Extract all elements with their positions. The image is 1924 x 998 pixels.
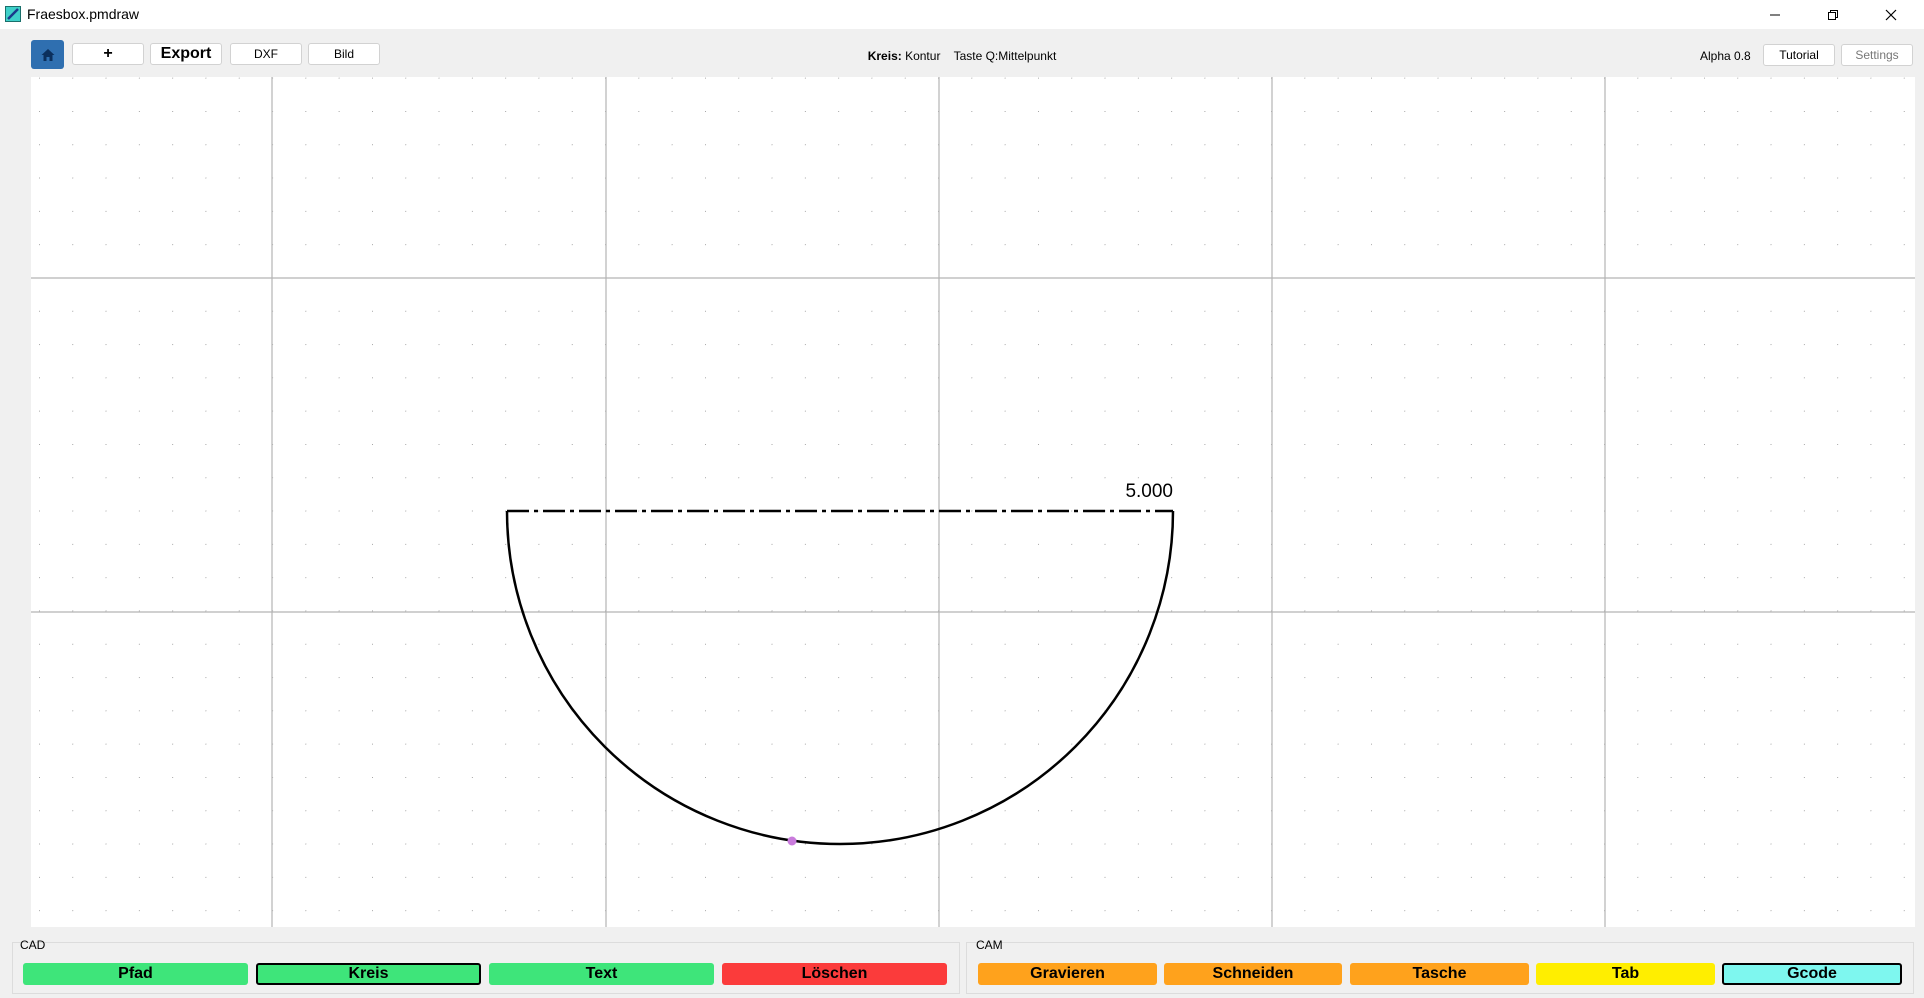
kreis-button[interactable]: Kreis xyxy=(256,963,481,985)
toolbar: + Export DXF Bild Kreis: Kontur Taste Q:… xyxy=(0,29,1924,77)
export-button[interactable]: Export xyxy=(150,43,222,65)
restore-icon xyxy=(1828,9,1838,20)
minimize-button[interactable] xyxy=(1746,0,1804,29)
home-button[interactable] xyxy=(31,40,64,69)
selection-point[interactable] xyxy=(787,836,797,846)
schneiden-button[interactable]: Schneiden xyxy=(1164,963,1342,985)
app-logo-icon xyxy=(5,6,21,22)
status-tool: Kreis: xyxy=(867,49,902,63)
status-hint: Taste Q:Mittelpunkt xyxy=(953,49,1057,63)
gravieren-button[interactable]: Gravieren xyxy=(978,963,1157,985)
tutorial-button[interactable]: Tutorial xyxy=(1763,44,1835,66)
gcode-button[interactable]: Gcode xyxy=(1722,963,1902,985)
close-button[interactable] xyxy=(1862,0,1920,29)
canvas-svg: 5.000 xyxy=(31,77,1915,927)
window-title: Fraesbox.pmdraw xyxy=(27,6,140,22)
home-icon xyxy=(41,48,54,61)
text-button[interactable]: Text xyxy=(489,963,714,985)
cad-panel-label: CAD xyxy=(20,938,46,952)
tab-button[interactable]: Tab xyxy=(1536,963,1715,985)
title-bar: Fraesbox.pmdraw xyxy=(0,0,1924,29)
drawing-canvas[interactable]: 5.000 xyxy=(31,77,1915,927)
version-label: Alpha 0.8 xyxy=(1700,49,1751,63)
dot-grid xyxy=(31,77,1915,927)
restore-button[interactable] xyxy=(1804,0,1862,29)
settings-button[interactable]: Settings xyxy=(1841,44,1913,66)
dimension-label: 5.000 xyxy=(1125,481,1173,502)
cam-panel-label: CAM xyxy=(976,938,1003,952)
status-mode: Kontur xyxy=(905,49,941,63)
delete-button[interactable]: Löschen xyxy=(722,963,947,985)
pfad-button[interactable]: Pfad xyxy=(23,963,248,985)
dxf-button[interactable]: DXF xyxy=(230,43,302,65)
add-button[interactable]: + xyxy=(72,43,144,65)
image-button[interactable]: Bild xyxy=(308,43,380,65)
tasche-button[interactable]: Tasche xyxy=(1350,963,1529,985)
close-icon xyxy=(1885,9,1897,20)
minimize-icon xyxy=(1770,14,1780,15)
